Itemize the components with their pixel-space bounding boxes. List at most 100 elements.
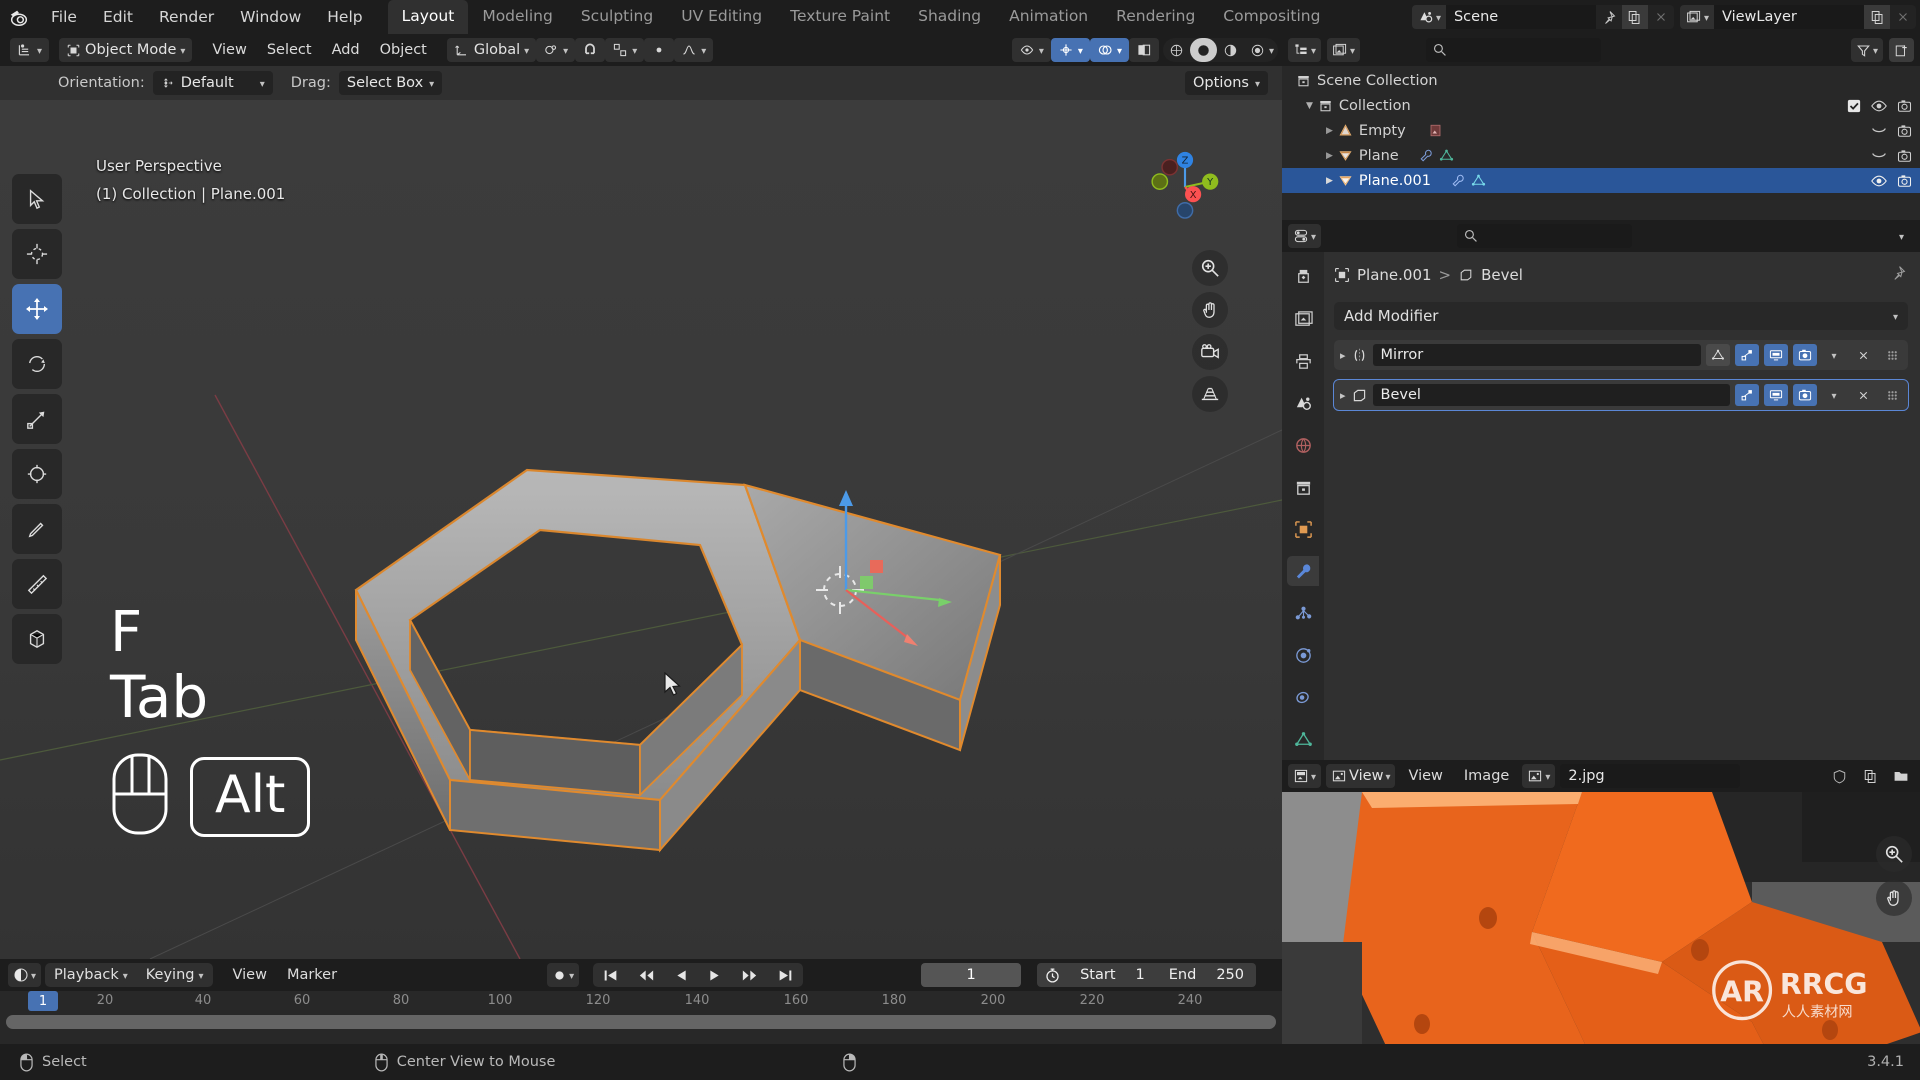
interaction-mode-dropdown[interactable]: Object Mode ▾ — [59, 38, 193, 62]
properties-editor-icon[interactable]: ▾ — [1288, 224, 1322, 248]
properties-editor[interactable]: ▾ ▾ Plane.001 > Bevel Add Modifier ▾ ▸ M… — [1282, 220, 1920, 760]
modifier-realtime-toggle[interactable] — [1764, 384, 1788, 406]
properties-tab-physics[interactable] — [1287, 640, 1319, 670]
proportional-falloff-dropdown[interactable]: ▾ — [674, 38, 714, 62]
image-open-folder-icon[interactable] — [1888, 764, 1914, 788]
properties-tab-world[interactable] — [1287, 430, 1319, 460]
scene-name[interactable]: Scene — [1445, 5, 1596, 29]
viewport-menu-view[interactable]: View — [202, 42, 256, 58]
blender-logo-icon[interactable] — [0, 0, 38, 34]
playhead[interactable]: 1 — [28, 991, 58, 1011]
checkbox-checked-icon[interactable] — [1847, 99, 1861, 113]
properties-tab-tool[interactable] — [1287, 262, 1319, 292]
options-dropdown[interactable]: Options ▾ — [1185, 71, 1268, 95]
disclosure-triangle-closed-icon[interactable]: ▶ — [1326, 126, 1333, 136]
navigation-gizmo[interactable]: Z Y X — [1140, 142, 1230, 232]
orientation-dropdown[interactable]: Default ▾ — [152, 71, 273, 95]
menu-render[interactable]: Render — [146, 4, 227, 30]
timeline-menu-playback[interactable]: Playback ▾ — [45, 963, 137, 987]
workspace-tab-shading[interactable]: Shading — [904, 0, 995, 34]
shading-solid-button[interactable] — [1189, 38, 1217, 62]
modifier-dropdown-mirror[interactable]: ▾ — [1822, 344, 1846, 366]
visibility-dropdown[interactable]: ▾ — [1011, 38, 1051, 62]
viewport-3d[interactable]: ▾ Object Mode ▾ View Select Add Object G… — [0, 34, 1282, 959]
image-editor[interactable]: ▾ View ▾ View Image ▾ 2.jpg AR RRCG 人人素材… — [1282, 760, 1920, 1080]
eye-icon[interactable] — [1871, 174, 1887, 188]
toggle-perspective-button[interactable] — [1192, 376, 1228, 412]
timeline-menu-keying[interactable]: Keying ▾ — [137, 963, 213, 987]
outliner-display-mode-icon[interactable]: ▾ — [1288, 38, 1322, 62]
disclosure-triangle-open-icon[interactable]: ▼ — [1306, 101, 1313, 111]
editor-type-timeline-icon[interactable]: ▾ — [8, 963, 42, 987]
shading-material-button[interactable] — [1217, 38, 1244, 62]
gizmo-toggle[interactable]: ▾ — [1050, 38, 1090, 62]
next-keyframe-button[interactable] — [731, 963, 768, 987]
breadcrumb-modifier[interactable]: Bevel — [1481, 266, 1523, 284]
play-reverse-button[interactable] — [665, 963, 698, 987]
properties-tab-scene[interactable] — [1287, 388, 1319, 418]
outliner-search-input[interactable] — [1426, 38, 1602, 62]
pan-image-button[interactable] — [1876, 880, 1912, 916]
outliner-row-plane[interactable]: ▶ Plane — [1282, 143, 1920, 168]
modifier-row-mirror[interactable]: ▸ Mirror ▾ — [1334, 340, 1908, 370]
timeline-horizontal-scrollbar[interactable] — [6, 1015, 1276, 1029]
workspace-tab-texture-paint[interactable]: Texture Paint — [776, 0, 904, 34]
tool-transform[interactable] — [12, 449, 62, 499]
modifier-render-toggle[interactable] — [1793, 384, 1817, 406]
modifier-grip-mirror[interactable] — [1880, 344, 1904, 366]
properties-tab-constraints[interactable] — [1287, 682, 1319, 712]
modifier-edit-mode-toggle[interactable] — [1735, 384, 1759, 406]
properties-tab-particles[interactable] — [1287, 598, 1319, 628]
modifier-grip-bevel[interactable] — [1880, 384, 1904, 406]
snap-magnet-toggle[interactable] — [575, 38, 606, 62]
jump-to-end-button[interactable] — [768, 963, 803, 987]
viewlayer-name[interactable]: ViewLayer — [1714, 5, 1864, 29]
workspace-tab-animation[interactable]: Animation — [995, 0, 1102, 34]
image-canvas[interactable]: AR RRCG 人人素材网 — [1282, 792, 1920, 1080]
shading-rendered-button[interactable]: ▾ — [1244, 38, 1278, 62]
modifier-name-bevel[interactable]: Bevel — [1372, 384, 1730, 406]
pivot-point-dropdown[interactable]: ▾ — [536, 38, 576, 62]
workspace-tab-sculpting[interactable]: Sculpting — [567, 0, 667, 34]
render-layers-icon[interactable]: ▾ — [1679, 5, 1714, 29]
camera-icon[interactable] — [1897, 174, 1912, 188]
image-mode-dropdown[interactable]: View ▾ — [1326, 764, 1396, 788]
auto-keying-toggle[interactable]: ▾ — [547, 963, 580, 987]
xray-toggle[interactable] — [1128, 38, 1159, 62]
tool-cursor[interactable] — [12, 229, 62, 279]
current-frame-field[interactable]: 1 — [921, 963, 1022, 987]
outliner-id-filter-icon[interactable]: ▾ — [1327, 38, 1361, 62]
outliner-row-plane-001[interactable]: ▶ Plane.001 — [1282, 168, 1920, 193]
eye-closed-icon[interactable] — [1871, 150, 1887, 162]
disclosure-triangle-closed-icon[interactable]: ▶ — [1326, 176, 1333, 186]
image-menu-image[interactable]: Image — [1456, 768, 1517, 784]
workspace-tab-rendering[interactable]: Rendering — [1102, 0, 1209, 34]
image-new-icon[interactable] — [1857, 764, 1883, 788]
camera-icon[interactable] — [1897, 124, 1912, 138]
viewport-canvas[interactable]: User Perspective (1) Collection | Plane.… — [0, 100, 1282, 959]
breadcrumb-object[interactable]: Plane.001 — [1357, 266, 1432, 284]
modifier-edit-mode-toggle[interactable] — [1735, 344, 1759, 366]
outliner-new-collection-button[interactable] — [1889, 38, 1914, 62]
workspace-tab-layout[interactable]: Layout — [387, 0, 469, 34]
outliner-row-empty[interactable]: ▶ Empty — [1282, 118, 1920, 143]
properties-tab-object[interactable] — [1287, 514, 1319, 544]
outliner-editor[interactable]: ▾ ▾ ▾ Scene Collection ▼ Collection ▶ Em… — [1282, 34, 1920, 220]
tool-add-cube[interactable] — [12, 614, 62, 664]
viewport-menu-object[interactable]: Object — [370, 42, 437, 58]
menu-file[interactable]: File — [38, 4, 90, 30]
properties-tab-modifier[interactable] — [1287, 556, 1319, 586]
properties-pin-icon[interactable] — [1890, 265, 1906, 285]
modifier-wrench-icon[interactable] — [1451, 173, 1466, 188]
stopwatch-icon[interactable] — [1037, 963, 1068, 987]
properties-options-chevron-icon[interactable]: ▾ — [1894, 224, 1914, 248]
modifier-row-bevel[interactable]: ▸ Bevel ▾ — [1333, 379, 1909, 411]
eye-icon[interactable] — [1871, 99, 1887, 113]
image-menu-view[interactable]: View — [1400, 768, 1450, 784]
snap-target-dropdown[interactable]: ▾ — [605, 38, 645, 62]
properties-search-input[interactable] — [1457, 224, 1633, 248]
frame-end-field[interactable]: End 250 — [1157, 963, 1256, 987]
viewlayer-new-icon[interactable] — [1864, 5, 1890, 29]
scene-unlink-icon[interactable] — [1648, 5, 1674, 29]
tool-scale[interactable] — [12, 394, 62, 444]
